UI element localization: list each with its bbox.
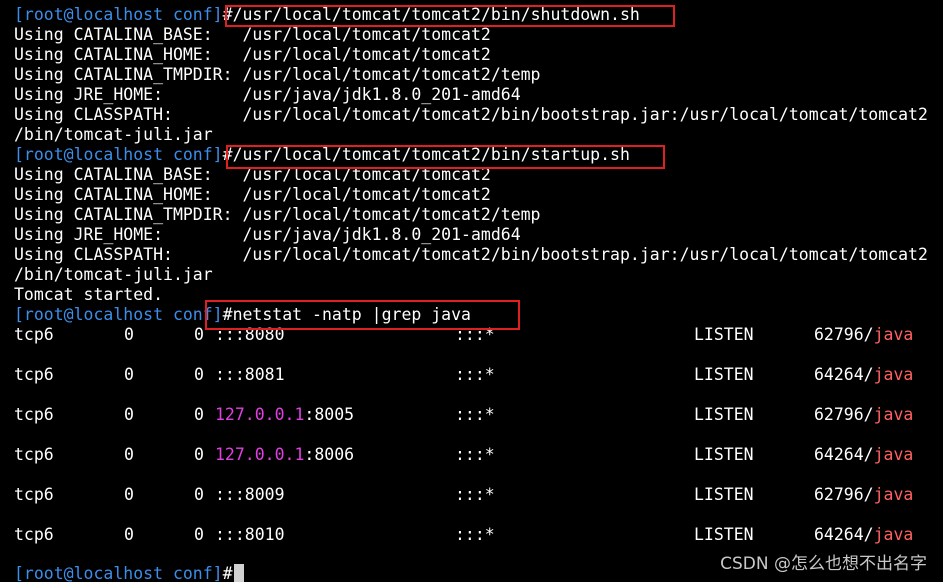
started-message: Tomcat started. [14,285,164,304]
proto-cell: tcp6 [14,405,54,424]
sendq-cell: 0 [194,485,204,504]
output-line: Using JRE_HOME: /usr/java/jdk1.8.0_201-a… [14,85,521,104]
highlight-box-netstat [205,300,520,330]
recvq-cell: 0 [124,445,134,464]
sendq-cell: 0 [194,365,204,384]
local-port: :::8010 [215,525,285,544]
local-port: :::8081 [215,365,285,384]
state-cell: LISTEN [694,445,754,464]
foreign-address-cell: :::* [455,445,495,464]
local-port: :8005 [304,405,355,424]
program-name: java [873,405,914,424]
state-cell: LISTEN [694,405,754,424]
pid-program-cell: 62796/java [814,485,913,505]
state-cell: LISTEN [694,325,754,344]
command-line-current[interactable]: [root@localhost conf]# [14,564,244,582]
recvq-cell: 0 [124,325,134,344]
program-name: java [873,525,914,544]
proto-cell: tcp6 [14,525,54,544]
netstat-row: tcp6 0 0 127.0.0.1:8005 :::* LISTEN 6279… [14,405,934,425]
recvq-cell: 0 [124,365,134,384]
foreign-address-cell: :::* [455,485,495,504]
state-cell: LISTEN [694,365,754,384]
pid-program-cell: 64264/java [814,525,913,545]
recvq-cell: 0 [124,485,134,504]
local-address-cell: 127.0.0.1:8006 [215,445,354,465]
proto-cell: tcp6 [14,485,54,504]
output-line: Using CATALINA_TMPDIR: /usr/local/tomcat… [14,205,541,224]
pid: 62796/ [814,325,874,344]
shell-prompt: [root@localhost conf] [14,5,223,24]
local-address-cell: :::8009 [215,485,285,505]
proto-cell: tcp6 [14,325,54,344]
shell-prompt: [root@localhost conf] [14,305,223,324]
pid-program-cell: 62796/java [814,405,913,425]
foreign-address-cell: :::* [455,405,495,424]
program-name: java [873,325,914,344]
text-cursor [233,564,244,582]
output-line: Using JRE_HOME: /usr/java/jdk1.8.0_201-a… [14,225,521,244]
local-address-cell: :::8010 [215,525,285,545]
output-line: Using CATALINA_TMPDIR: /usr/local/tomcat… [14,65,541,84]
pid: 64264/ [814,445,874,464]
state-cell: LISTEN [694,485,754,504]
watermark: CSDN @怎么也想不出名字 [720,554,927,574]
proto-cell: tcp6 [14,445,54,464]
pid-program-cell: 64264/java [814,365,913,385]
shell-prompt: [root@localhost conf] [14,145,223,164]
netstat-row: tcp6 0 0 :::8010 :::* LISTEN 64264/java [14,525,934,545]
output-line: /bin/tomcat-juli.jar [14,125,213,144]
pid: 62796/ [814,405,874,424]
highlight-box-shutdown [225,5,675,27]
netstat-row: tcp6 0 0 127.0.0.1:8006 :::* LISTEN 6426… [14,445,934,465]
foreign-address-cell: :::* [455,365,495,384]
program-name: java [873,365,914,384]
pid-program-cell: 64264/java [814,445,913,465]
program-name: java [873,445,914,464]
output-line: Using CLASSPATH: /usr/local/tomcat/tomca… [14,245,928,264]
sendq-cell: 0 [194,405,204,424]
local-ip: 127.0.0.1 [215,405,305,424]
local-address-cell: :::8081 [215,365,285,385]
shell-prompt: [root@localhost conf] [14,564,223,582]
local-port: :::8009 [215,485,285,504]
pid: 62796/ [814,485,874,504]
netstat-row: tcp6 0 0 :::8009 :::* LISTEN 62796/java [14,485,934,505]
proto-cell: tcp6 [14,365,54,384]
recvq-cell: 0 [124,405,134,424]
local-ip: 127.0.0.1 [215,445,305,464]
output-line: /bin/tomcat-juli.jar [14,265,213,284]
output-line: Using CLASSPATH: /usr/local/tomcat/tomca… [14,105,928,124]
state-cell: LISTEN [694,525,754,544]
sendq-cell: 0 [194,445,204,464]
terminal-window[interactable]: [root@localhost conf]#/usr/local/tomcat/… [0,0,943,582]
highlight-box-startup [226,145,665,169]
output-line: Using CATALINA_HOME: /usr/local/tomcat/t… [14,185,491,204]
foreign-address-cell: :::* [455,525,495,544]
sendq-cell: 0 [194,525,204,544]
recvq-cell: 0 [124,525,134,544]
output-line: Using CATALINA_BASE: /usr/local/tomcat/t… [14,25,491,44]
netstat-row: tcp6 0 0 :::8081 :::* LISTEN 64264/java [14,365,934,385]
program-name: java [873,485,914,504]
local-address-cell: 127.0.0.1:8005 [215,405,354,425]
output-line: Using CATALINA_HOME: /usr/local/tomcat/t… [14,45,491,64]
pid: 64264/ [814,525,874,544]
sendq-cell: 0 [194,325,204,344]
local-port: :8006 [304,445,355,464]
pid-program-cell: 62796/java [814,325,913,345]
pid: 64264/ [814,365,874,384]
prompt-hash: # [222,564,233,582]
